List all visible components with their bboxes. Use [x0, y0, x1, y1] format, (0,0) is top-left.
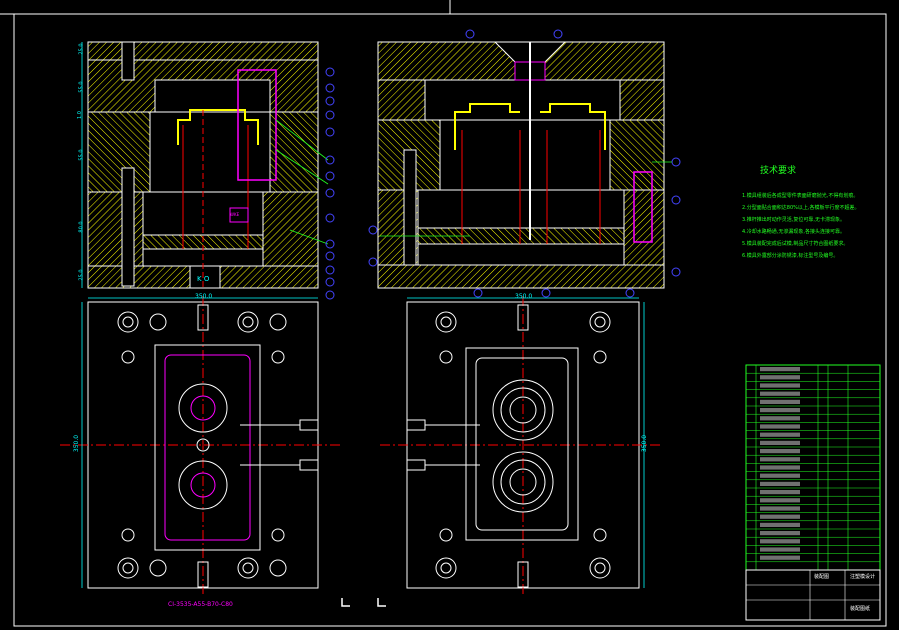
bom-row-text [760, 514, 800, 519]
bom-row-text [760, 432, 800, 437]
tech-requirements-title: 技术要求 [760, 166, 797, 176]
bom-row-text [760, 473, 800, 478]
dim-label: 55.0 [78, 149, 85, 161]
mold-assembly-drawing [0, 0, 887, 627]
tech-notes: 1.模具组装后各成型零件表面研磨抛光,不得有划痕。 2.分型面贴合面积达80%以… [742, 190, 882, 262]
bom-row-text [760, 375, 800, 380]
bom-row-text [760, 498, 800, 503]
dim-label: 80.0 [78, 221, 85, 233]
dim-label: 25.0 [78, 43, 85, 55]
bom-row-text [760, 457, 800, 462]
width-dimension-right: 350.0 [515, 293, 533, 300]
bom-row-text [760, 465, 800, 470]
section-marker: K O [197, 275, 210, 283]
bom-row-text [760, 506, 800, 511]
dim-label: 1.0 [76, 111, 83, 119]
width-dimension-left: 350.0 [195, 293, 213, 300]
bom-row-text [760, 522, 800, 527]
tech-note: 3.推杆推出时动作灵活,复位可靠,无卡滞现象。 [742, 217, 845, 223]
tech-note: 1.模具组装后各成型零件表面研磨抛光,不得有划痕。 [742, 193, 859, 199]
bom-row-text [760, 555, 800, 560]
left-plan-view [60, 296, 340, 595]
title-scale: 装配图纸 [850, 606, 871, 612]
tech-note: 6.模具外露部分涂防锈漆,标注型号及编号。 [742, 253, 839, 259]
mold-base-spec: CI-3535-A55-B70-C80 [168, 601, 233, 608]
bom-row-text [760, 416, 800, 421]
tech-note: 2.分型面贴合面积达80%以上,各模板平行度不超差。 [742, 205, 860, 211]
tech-note: 4.冷却水路畅通,无渗漏现象,各接头连接可靠。 [742, 229, 845, 235]
height-dimension-right: 350.0 [641, 434, 649, 453]
bom-row-text [760, 383, 800, 388]
dim-label: 25.0 [78, 269, 85, 281]
right-section-view [368, 29, 681, 298]
bom-row-text [760, 399, 800, 404]
bom-row-text [760, 408, 800, 413]
height-dimension-left: 350.0 [73, 434, 81, 453]
bom-row-text [760, 391, 800, 396]
bom-row-text [760, 490, 800, 495]
left-section-view [81, 41, 335, 300]
left-dimension-column: 25.0 55.0 1.0 55.0 80.0 25.0 [76, 43, 86, 288]
bom-row-text [760, 539, 800, 544]
tech-note: 5.模具装配完成后试模,制品尺寸符合图纸要求。 [742, 241, 849, 247]
bom-row-text [760, 424, 800, 429]
bom-row-text [760, 440, 800, 445]
title-drawing-name: 装配图 [814, 574, 830, 580]
right-plan-view [380, 296, 660, 595]
bom-row-text [760, 367, 800, 372]
title-company: 注塑模设计 [850, 574, 876, 580]
bom-row-text [760, 481, 800, 486]
dim-label: 55.0 [78, 81, 85, 93]
bom-row-text [760, 547, 800, 552]
bom-row-text [760, 449, 800, 454]
bom-row-text [760, 531, 800, 536]
small-marker: WKE [230, 212, 240, 217]
